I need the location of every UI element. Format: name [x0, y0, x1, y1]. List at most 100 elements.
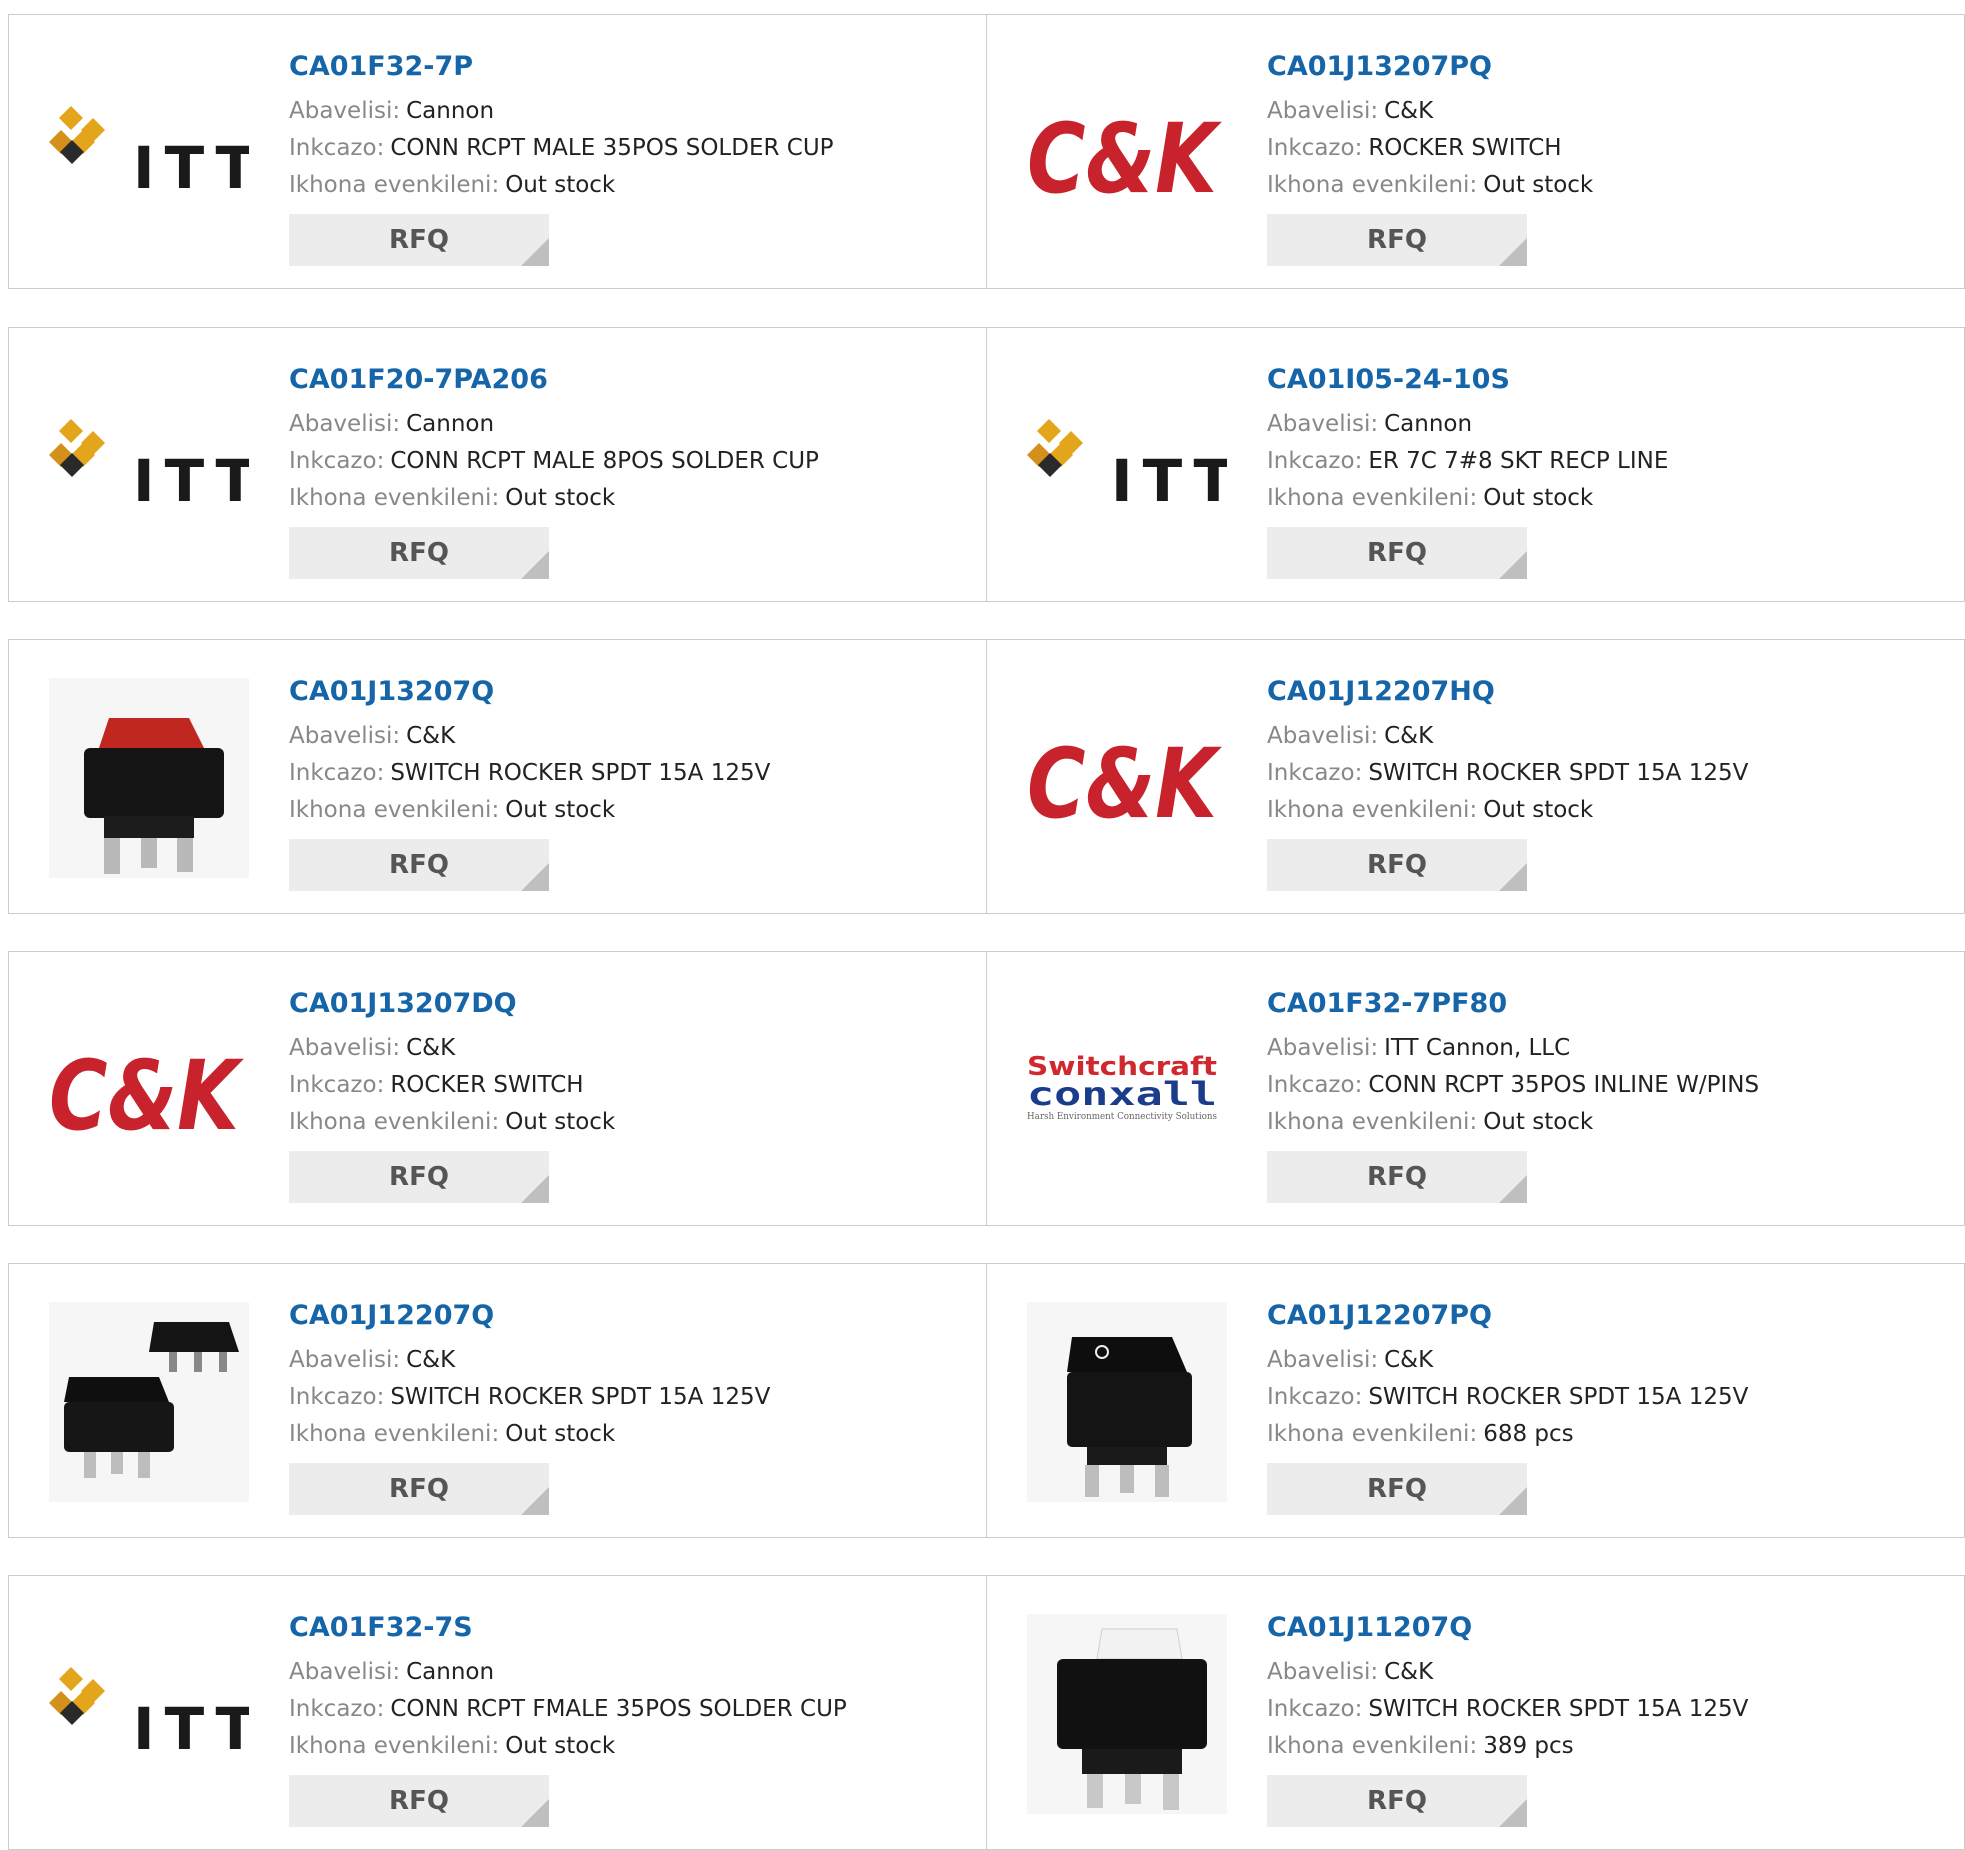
product-image[interactable]: C&K	[49, 990, 249, 1190]
rfq-button[interactable]: RFQ	[1267, 839, 1527, 891]
manufacturer-label: Abavelisi:	[289, 98, 401, 124]
part-number-link[interactable]: CA01J13207PQ	[1267, 47, 1593, 87]
rfq-button-label: RFQ	[389, 225, 449, 255]
product-image[interactable]	[49, 1302, 249, 1502]
manufacturer-value: C&K	[1384, 98, 1434, 124]
part-number-link[interactable]: CA01J12207Q	[289, 1296, 770, 1336]
part-number-link[interactable]: CA01J11207Q	[1267, 1608, 1748, 1648]
manufacturer-value: C&K	[406, 723, 456, 749]
product-info: CA01F32-7PF80 Abavelisi: ITT Cannon, LLC In…	[1267, 984, 1759, 1203]
manufacturer-row: Abavelisi: Cannon	[289, 93, 834, 130]
rfq-button[interactable]: RFQ	[1267, 1775, 1527, 1827]
manufacturer-label: Abavelisi:	[289, 1659, 401, 1685]
stock-label: Ikhona evenkileni:	[1267, 172, 1478, 198]
product-info: CA01J12207PQ Abavelisi: C&K Inkcazo: SWITCH …	[1267, 1296, 1748, 1515]
product-image[interactable]: ITT	[49, 53, 249, 253]
corner-triangle-icon	[521, 238, 549, 266]
stock-label: Ikhona evenkileni:	[1267, 1421, 1478, 1447]
rfq-button[interactable]: RFQ	[289, 1463, 549, 1515]
rfq-button-label: RFQ	[1367, 225, 1427, 255]
product-image[interactable]: ITT	[1027, 366, 1227, 566]
rfq-button-label: RFQ	[389, 1162, 449, 1192]
stock-label: Ikhona evenkileni:	[1267, 1733, 1478, 1759]
product-info: CA01I05-24-10S Abavelisi: Cannon Inkcazo: ER…	[1267, 360, 1668, 579]
part-number-link[interactable]: CA01J13207Q	[289, 672, 770, 712]
stock-row: Ikhona evenkileni: Out stock	[1267, 792, 1748, 829]
stock-row: Ikhona evenkileni: Out stock	[289, 1104, 615, 1141]
svg-text:Harsh Environment Connectivity: Harsh Environment Connectivity Solutions	[1027, 1112, 1217, 1122]
product-image[interactable]	[1027, 1614, 1227, 1814]
stock-label: Ikhona evenkileni:	[1267, 1109, 1478, 1135]
rfq-button[interactable]: RFQ	[289, 214, 549, 266]
corner-triangle-icon	[521, 1799, 549, 1827]
description-value: ER 7C 7#8 SKT RECP LINE	[1368, 448, 1669, 474]
rfq-button[interactable]: RFQ	[289, 1775, 549, 1827]
stock-label: Ikhona evenkileni:	[289, 1733, 500, 1759]
product-info: CA01J12207Q Abavelisi: C&K Inkcazo: SWITCH R…	[289, 1296, 770, 1515]
product-card: CA01J12207Q Abavelisi: C&K Inkcazo: SWITCH R…	[8, 1263, 988, 1538]
svg-text:C&K: C&K	[1027, 103, 1222, 208]
product-image[interactable]: C&K	[1027, 53, 1227, 253]
rfq-button[interactable]: RFQ	[1267, 214, 1527, 266]
manufacturer-value: C&K	[406, 1035, 456, 1061]
part-number-link[interactable]: CA01J12207HQ	[1267, 672, 1748, 712]
part-number-link[interactable]: CA01F32-7S	[289, 1608, 847, 1648]
description-value: SWITCH ROCKER SPDT 15A 125V	[390, 1384, 771, 1410]
manufacturer-label: Abavelisi:	[289, 1035, 401, 1061]
rfq-button-label: RFQ	[1367, 1786, 1427, 1816]
rfq-button-label: RFQ	[389, 538, 449, 568]
description-row: Inkcazo: ROCKER SWITCH	[1267, 130, 1593, 167]
product-image[interactable]: ITT	[49, 366, 249, 566]
corner-triangle-icon	[1499, 238, 1527, 266]
part-number-link[interactable]: CA01F32-7PF80	[1267, 984, 1759, 1024]
part-number-link[interactable]: CA01I05-24-10S	[1267, 360, 1668, 400]
product-info: CA01F32-7S Abavelisi: Cannon Inkcazo: CONN R…	[289, 1608, 847, 1827]
description-row: Inkcazo: ER 7C 7#8 SKT RECP LINE	[1267, 443, 1668, 480]
part-number-link[interactable]: CA01J13207DQ	[289, 984, 615, 1024]
corner-triangle-icon	[1499, 1799, 1527, 1827]
description-value: ROCKER SWITCH	[1368, 135, 1562, 161]
stock-value: Out stock	[505, 1421, 616, 1447]
manufacturer-row: Abavelisi: C&K	[1267, 1342, 1748, 1379]
rfq-button-label: RFQ	[1367, 538, 1427, 568]
description-value: SWITCH ROCKER SPDT 15A 125V	[1368, 760, 1749, 786]
stock-value: 389 pcs	[1483, 1733, 1574, 1759]
product-card: CA01J12207PQ Abavelisi: C&K Inkcazo: SWITCH …	[986, 1263, 1965, 1538]
part-number-link[interactable]: CA01J12207PQ	[1267, 1296, 1748, 1336]
manufacturer-row: Abavelisi: C&K	[289, 1030, 615, 1067]
stock-row: Ikhona evenkileni: Out stock	[1267, 1104, 1759, 1141]
product-card: ITT CA01F32-7P Abavelisi: Cannon Inkcazo: CO…	[8, 14, 988, 289]
manufacturer-row: Abavelisi: Cannon	[289, 1654, 847, 1691]
part-number-link[interactable]: CA01F20-7PA206	[289, 360, 819, 400]
product-card: Switchcraft conxall Harsh Environment Co…	[986, 951, 1965, 1226]
manufacturer-value: C&K	[406, 1347, 456, 1373]
product-image[interactable]	[49, 678, 249, 878]
product-info: CA01J13207PQ Abavelisi: C&K Inkcazo: ROCKER …	[1267, 47, 1593, 266]
rfq-button[interactable]: RFQ	[289, 839, 549, 891]
product-image[interactable]	[1027, 1302, 1227, 1502]
description-value: SWITCH ROCKER SPDT 15A 125V	[1368, 1384, 1749, 1410]
description-value: CONN RCPT MALE 35POS SOLDER CUP	[390, 135, 834, 161]
stock-label: Ikhona evenkileni:	[289, 485, 500, 511]
rfq-button[interactable]: RFQ	[289, 527, 549, 579]
stock-row: Ikhona evenkileni: Out stock	[1267, 167, 1593, 204]
corner-triangle-icon	[521, 1175, 549, 1203]
product-image[interactable]: ITT	[49, 1614, 249, 1814]
product-image[interactable]: Switchcraft conxall Harsh Environment Co…	[1027, 990, 1227, 1190]
rfq-button[interactable]: RFQ	[289, 1151, 549, 1203]
corner-triangle-icon	[1499, 1487, 1527, 1515]
manufacturer-value: Cannon	[406, 1659, 495, 1685]
part-number-link[interactable]: CA01F32-7P	[289, 47, 834, 87]
description-label: Inkcazo:	[289, 1696, 385, 1722]
stock-value: Out stock	[505, 1109, 616, 1135]
stock-row: Ikhona evenkileni: 389 pcs	[1267, 1728, 1748, 1765]
product-image[interactable]: C&K	[1027, 678, 1227, 878]
stock-label: Ikhona evenkileni:	[289, 172, 500, 198]
stock-label: Ikhona evenkileni:	[289, 1109, 500, 1135]
rfq-button[interactable]: RFQ	[1267, 1151, 1527, 1203]
rfq-button[interactable]: RFQ	[1267, 527, 1527, 579]
rfq-button[interactable]: RFQ	[1267, 1463, 1527, 1515]
manufacturer-label: Abavelisi:	[1267, 1347, 1379, 1373]
description-value: CONN RCPT 35POS INLINE W/PINS	[1368, 1072, 1760, 1098]
stock-value: Out stock	[1483, 1109, 1594, 1135]
